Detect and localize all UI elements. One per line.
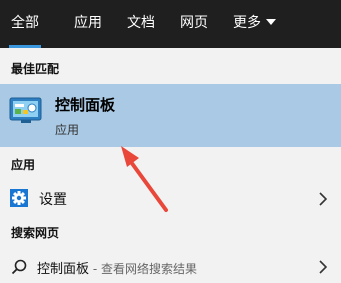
annotation-arrow bbox=[121, 146, 168, 212]
